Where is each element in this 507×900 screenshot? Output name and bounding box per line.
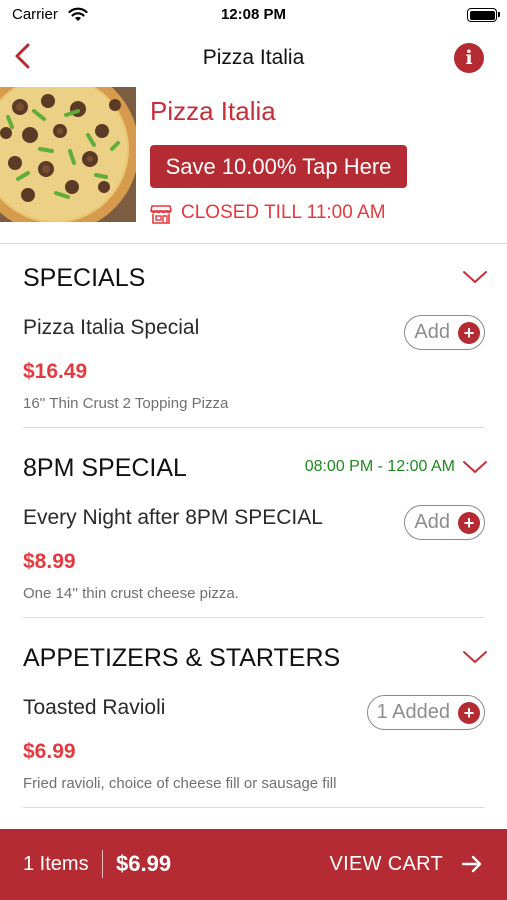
item-price: $6.99 xyxy=(23,740,76,763)
battery-icon xyxy=(467,8,500,22)
menu-list: SPECIALS Pizza Italia Special Add + $16.… xyxy=(0,244,507,814)
chevron-down-icon[interactable] xyxy=(461,458,489,476)
status-clock: 12:08 PM xyxy=(220,6,287,23)
info-button[interactable]: i xyxy=(454,43,484,73)
item-name[interactable]: Toasted Ravioli xyxy=(23,696,165,720)
menu-section: SPECIALS Pizza Italia Special Add + $16.… xyxy=(0,244,507,434)
storefront-icon xyxy=(150,205,172,224)
store-name: Pizza Italia xyxy=(150,96,276,126)
cart-separator xyxy=(102,850,103,878)
cart-item-count: 1 Items xyxy=(23,853,89,875)
chevron-down-icon[interactable] xyxy=(461,268,489,286)
closed-status-label: CLOSED TILL 11:00 AM xyxy=(181,202,386,223)
added-button[interactable]: 1 Added + xyxy=(366,695,485,730)
navigation-bar: Pizza Italia i xyxy=(0,34,507,80)
section-hours: 08:00 PM - 12:00 AM xyxy=(304,458,455,475)
chevron-down-icon[interactable] xyxy=(461,648,489,666)
page-title: Pizza Italia xyxy=(202,46,305,69)
item-price: $8.99 xyxy=(23,550,76,573)
store-header: Pizza Italia Save 10.00% Tap Here CLOSED… xyxy=(0,86,507,236)
section-title: APPETIZERS & STARTERS xyxy=(23,644,341,672)
arrow-right-icon xyxy=(461,855,482,873)
menu-section: APPETIZERS & STARTERS Toasted Ravioli 1 … xyxy=(0,624,507,814)
info-icon: i xyxy=(465,47,473,69)
add-button-label: Add xyxy=(414,511,450,533)
add-button-label: 1 Added xyxy=(376,701,450,723)
item-description: 16'' Thin Crust 2 Topping Pizza xyxy=(23,395,229,412)
item-price: $16.49 xyxy=(23,360,88,383)
item-description: Fried ravioli, choice of cheese fill or … xyxy=(23,775,337,792)
plus-icon: + xyxy=(458,321,480,344)
add-button-label: Add xyxy=(414,321,450,343)
item-description: One 14'' thin crust cheese pizza. xyxy=(23,585,239,602)
item-name[interactable]: Every Night after 8PM SPECIAL xyxy=(23,506,323,530)
item-divider xyxy=(23,427,485,428)
menu-section: 8PM SPECIAL 08:00 PM - 12:00 AM Every Ni… xyxy=(0,434,507,624)
view-cart-label: VIEW CART xyxy=(329,853,443,875)
promo-button[interactable]: Save 10.00% Tap Here xyxy=(150,145,407,188)
section-title: SPECIALS xyxy=(23,264,146,292)
plus-icon: + xyxy=(458,701,480,724)
view-cart-bar[interactable]: 1 Items $6.99 VIEW CART xyxy=(0,829,507,900)
pizza-image xyxy=(0,87,136,222)
item-divider xyxy=(23,617,485,618)
status-bar: Carrier 12:08 PM xyxy=(0,0,507,32)
plus-icon: + xyxy=(458,511,480,534)
add-button[interactable]: Add + xyxy=(404,315,485,350)
section-title: 8PM SPECIAL xyxy=(23,454,187,482)
cart-total: $6.99 xyxy=(116,851,172,876)
item-divider xyxy=(23,807,485,808)
item-name[interactable]: Pizza Italia Special xyxy=(23,316,199,340)
add-button[interactable]: Add + xyxy=(404,505,485,540)
